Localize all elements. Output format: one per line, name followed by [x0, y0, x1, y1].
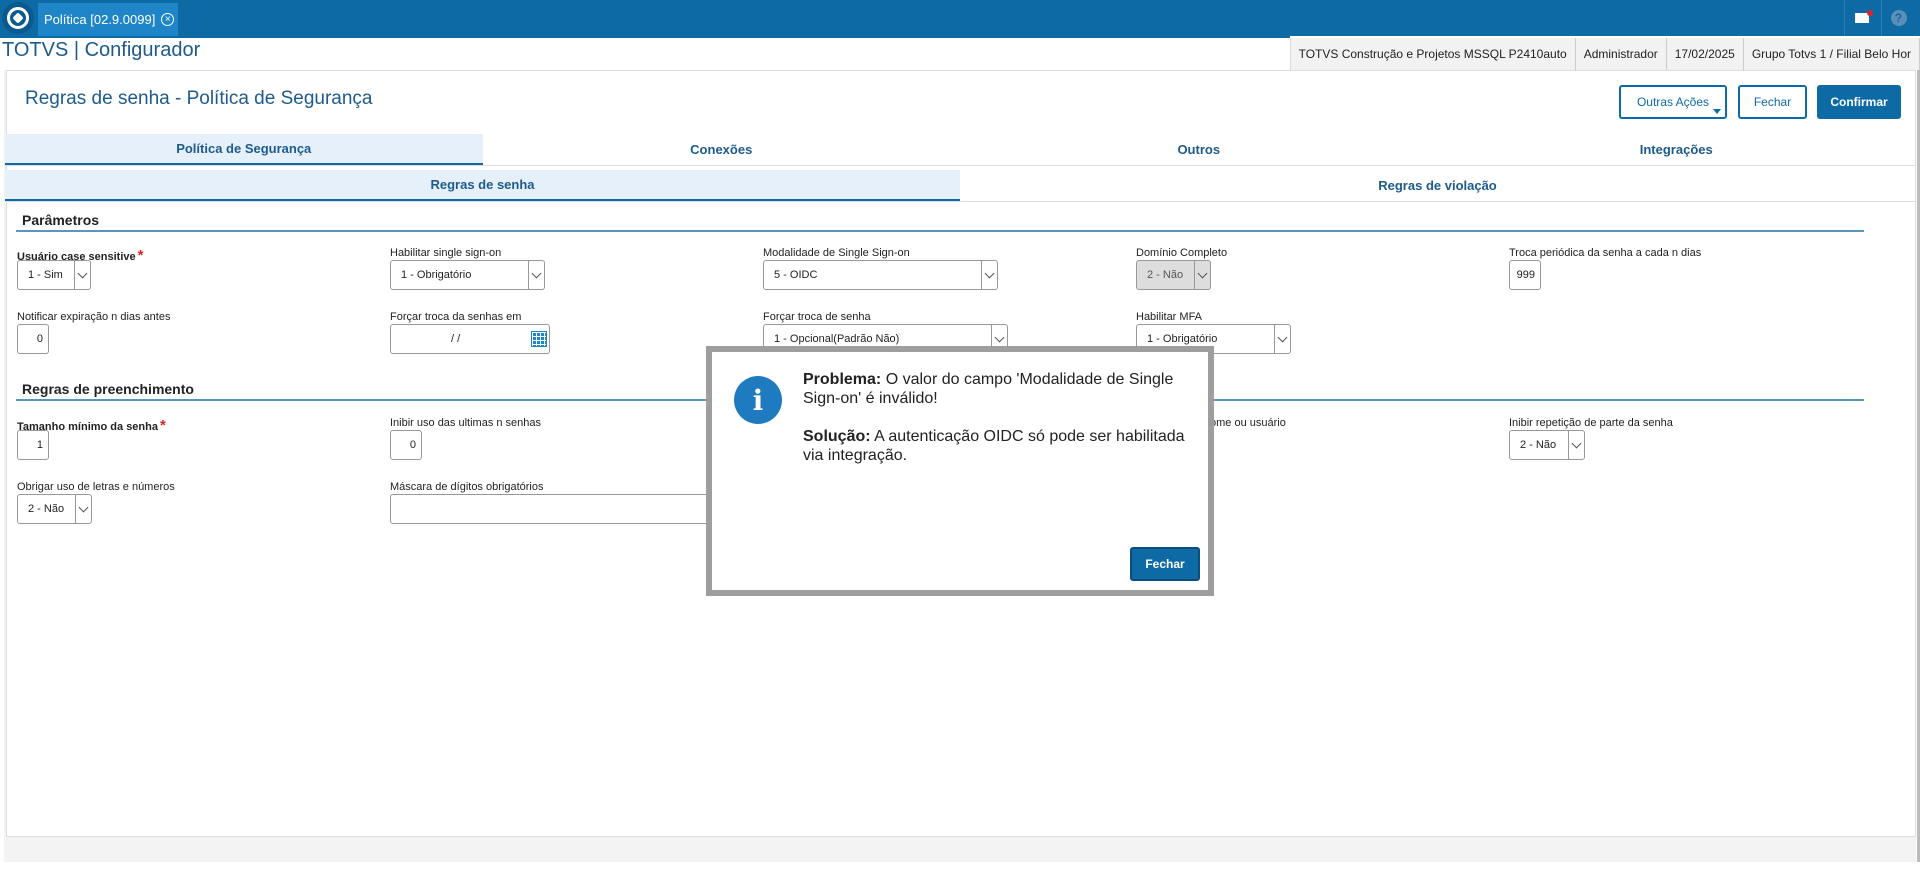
chevron-down-icon	[75, 495, 91, 523]
close-button[interactable]: Fechar	[1738, 85, 1807, 119]
chevron-down-icon	[1274, 325, 1290, 353]
inhibit-last-label: Inibir uso das ultimas n senhas	[390, 417, 542, 429]
letters-numbers-select[interactable]: 2 - Não	[17, 494, 92, 524]
required-marker: *	[160, 417, 166, 434]
app-bar-divider	[0, 36, 1290, 38]
section-parametros: Parâmetros	[22, 212, 100, 228]
tab-regras-senha[interactable]: Regras de senha	[5, 170, 960, 201]
chevron-down-icon	[1568, 431, 1584, 459]
periodic-change-label: Troca periódica da senha a cada n dias	[1509, 247, 1702, 259]
force-change-date-label: Forçar troca da senhas em	[390, 311, 522, 323]
help-button[interactable]: ?	[1881, 0, 1915, 36]
mfa-value: 1 - Obrigatório	[1147, 333, 1218, 345]
required-marker: *	[137, 247, 144, 264]
mfa-label: Habilitar MFA	[1136, 311, 1203, 323]
page-title: Regras de senha - Política de Segurança	[25, 88, 373, 109]
help-icon: ?	[1890, 10, 1907, 26]
force-change-value: 1 - Opcional(Padrão Não)	[774, 333, 900, 345]
notify-expire-input[interactable]: 0	[17, 324, 49, 354]
inhibit-repeat-select[interactable]: 2 - Não	[1509, 430, 1585, 460]
periodic-change-input[interactable]: 999	[1509, 260, 1541, 290]
solution-text: Solução: A autenticação OIDC só pode ser…	[803, 428, 1185, 464]
full-domain-label: Domínio Completo	[1136, 247, 1228, 259]
full-domain-value: 2 - Não	[1147, 269, 1184, 281]
branch-info: Grupo Totvs 1 / Filial Belo Hor	[1744, 38, 1920, 70]
calendar-icon[interactable]	[531, 331, 547, 347]
sub-tabs: Regras de senha Regras de violação	[5, 170, 1915, 202]
sso-mode-label: Modalidade de Single Sign-on	[763, 247, 910, 259]
chevron-down-icon	[1194, 261, 1210, 289]
min-size-input[interactable]: 1	[17, 430, 49, 460]
totvs-logo-icon[interactable]	[2, 2, 34, 34]
close-tab-icon[interactable]: ×	[161, 13, 175, 26]
name-user-label: ome ou usuário	[1210, 417, 1286, 429]
mail-icon	[1854, 10, 1873, 23]
section-divider	[16, 230, 1864, 232]
error-dialog: i Problema: O valor do campo 'Modalidade…	[706, 346, 1214, 596]
date-value: / /	[451, 333, 461, 345]
tab-label: Política [02.9.0099]	[44, 12, 156, 27]
sso-enable-select[interactable]: 1 - Obrigatório	[390, 260, 545, 290]
sso-enable-value: 1 - Obrigatório	[401, 269, 472, 281]
force-change-date-input[interactable]: / /	[390, 324, 550, 354]
dialog-message: Problema: O valor do campo 'Modalidade d…	[803, 370, 1203, 465]
force-change-label: Forçar troca de senha	[763, 311, 871, 323]
inhibit-repeat-value: 2 - Não	[1520, 439, 1557, 451]
tab-politica[interactable]: Política [02.9.0099] ×	[38, 3, 178, 36]
caret-down-icon	[1713, 109, 1721, 114]
tab-politica-seguranca[interactable]: Política de Segurança	[5, 134, 483, 165]
user-info: Administrador	[1576, 38, 1667, 70]
info-icon: i	[734, 376, 782, 424]
inhibit-repeat-label: Inibir repetição de parte da senha	[1509, 417, 1673, 429]
full-domain-select[interactable]: 2 - Não	[1136, 260, 1211, 290]
section-regras-preenchimento: Regras de preenchimento	[22, 381, 194, 397]
digit-mask-input[interactable]	[390, 494, 710, 524]
letters-numbers-label: Obrigar uso de letras e números	[17, 481, 175, 493]
main-tabs: Política de Segurança Conexões Outros In…	[5, 134, 1915, 166]
notify-expire-label: Notificar expiração n dias antes	[17, 311, 171, 323]
sso-mode-select[interactable]: 5 - OIDC	[763, 260, 998, 290]
confirm-button[interactable]: Confirmar	[1817, 85, 1901, 119]
inhibit-last-input[interactable]: 0	[390, 430, 422, 460]
chevron-down-icon	[74, 261, 90, 289]
case-sensitive-value: 1 - Sim	[28, 269, 63, 281]
environment-info: TOTVS Construção e Projetos MSSQL P2410a…	[1291, 38, 1576, 70]
session-info: TOTVS Construção e Projetos MSSQL P2410a…	[1289, 38, 1920, 70]
case-sensitive-select[interactable]: 1 - Sim	[17, 260, 91, 290]
tab-regras-violacao[interactable]: Regras de violação	[960, 170, 1915, 201]
sso-enable-label: Habilitar single sign-on	[390, 247, 502, 259]
chevron-down-icon	[981, 261, 997, 289]
digit-mask-label: Máscara de dígitos obrigatórios	[390, 481, 544, 493]
date-info: 17/02/2025	[1667, 38, 1744, 70]
chevron-down-icon	[528, 261, 544, 289]
more-actions-label: Outras Ações	[1636, 95, 1710, 109]
more-actions-button[interactable]: Outras Ações	[1619, 85, 1727, 119]
tab-outros[interactable]: Outros	[960, 134, 1438, 165]
dialog-close-button[interactable]: Fechar	[1130, 547, 1200, 581]
problem-text: Problema: O valor do campo 'Modalidade d…	[803, 371, 1174, 407]
mail-button[interactable]	[1844, 0, 1878, 36]
tab-conexoes[interactable]: Conexões	[483, 134, 961, 165]
sso-mode-value: 5 - OIDC	[774, 269, 818, 281]
top-bar: Política [02.9.0099] × ?	[0, 0, 1920, 36]
letters-numbers-value: 2 - Não	[28, 503, 65, 515]
app-title: TOTVS | Configurador	[2, 39, 201, 61]
tab-integracoes[interactable]: Integrações	[1438, 134, 1916, 165]
